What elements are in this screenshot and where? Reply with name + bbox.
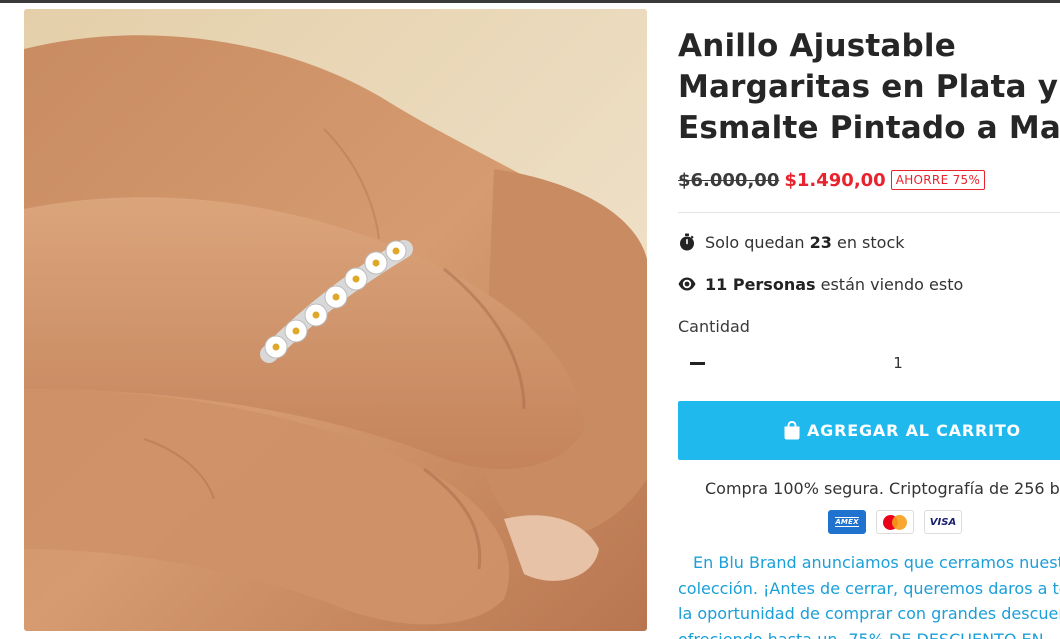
secure-purchase-text: Compra 100% segura. Criptografía de 256 … (705, 479, 1060, 498)
product-info: Anillo Ajustable Margaritas en Plata y E… (678, 0, 1060, 639)
announcement-line: colección. ¡Antes de cerrar, queremos da… (678, 578, 1060, 598)
divider (678, 212, 1060, 213)
stock-count: 23 (809, 232, 832, 252)
stock-suffix: en stock (836, 232, 905, 252)
visa-icon: VISA (924, 510, 962, 534)
minus-icon (689, 361, 705, 365)
mastercard-icon (876, 510, 914, 534)
product-image[interactable] (24, 9, 647, 631)
compare-at-price: $6.000,00 (678, 169, 780, 191)
price-row: $6.000,00 $1.490,00 AHORRE 75% (678, 167, 986, 193)
title-line: Anillo Ajustable (678, 28, 956, 64)
amex-icon: AMEX (828, 510, 866, 534)
announcement-line: ofreciendo hasta un -75% DE DESCUENTO EN (678, 629, 1044, 639)
stock-notice: Solo quedan 23 en stock (678, 231, 905, 253)
announcement-line: En Blu Brand anunciamos que cerramos nue… (693, 553, 1060, 572)
stock-prefix: Solo quedan (705, 232, 805, 252)
product-title: Anillo Ajustable Margaritas en Plata y E… (678, 26, 1060, 149)
hand-with-ring-illustration (24, 9, 647, 631)
viewers-suffix: están viendo esto (820, 274, 964, 294)
sale-price: $1.490,00 (784, 169, 886, 191)
add-to-cart-button[interactable]: AGREGAR AL CARRITO (678, 401, 1060, 460)
closing-announcement: En Blu Brand anunciamos que cerramos nue… (678, 550, 1060, 639)
title-line: Esmalte Pintado a Mano (678, 110, 1060, 146)
stopwatch-icon (678, 233, 696, 251)
viewers-count: 11 Personas (705, 274, 816, 294)
title-line: Margaritas en Plata y (678, 69, 1059, 105)
discount-badge: AHORRE 75% (890, 170, 986, 190)
viewers-notice: 11 Personas están viendo esto (678, 273, 963, 295)
announcement-line: la oportunidad de comprar con grandes de… (678, 604, 1060, 623)
quantity-decrease-button[interactable] (678, 347, 716, 379)
eye-icon (678, 275, 696, 293)
quantity-label: Cantidad (678, 317, 750, 336)
payment-icons: AMEX VISA (828, 510, 962, 534)
shopping-bag-icon (783, 421, 801, 440)
quantity-input[interactable] (718, 350, 1060, 376)
add-to-cart-label: AGREGAR AL CARRITO (807, 421, 1021, 440)
